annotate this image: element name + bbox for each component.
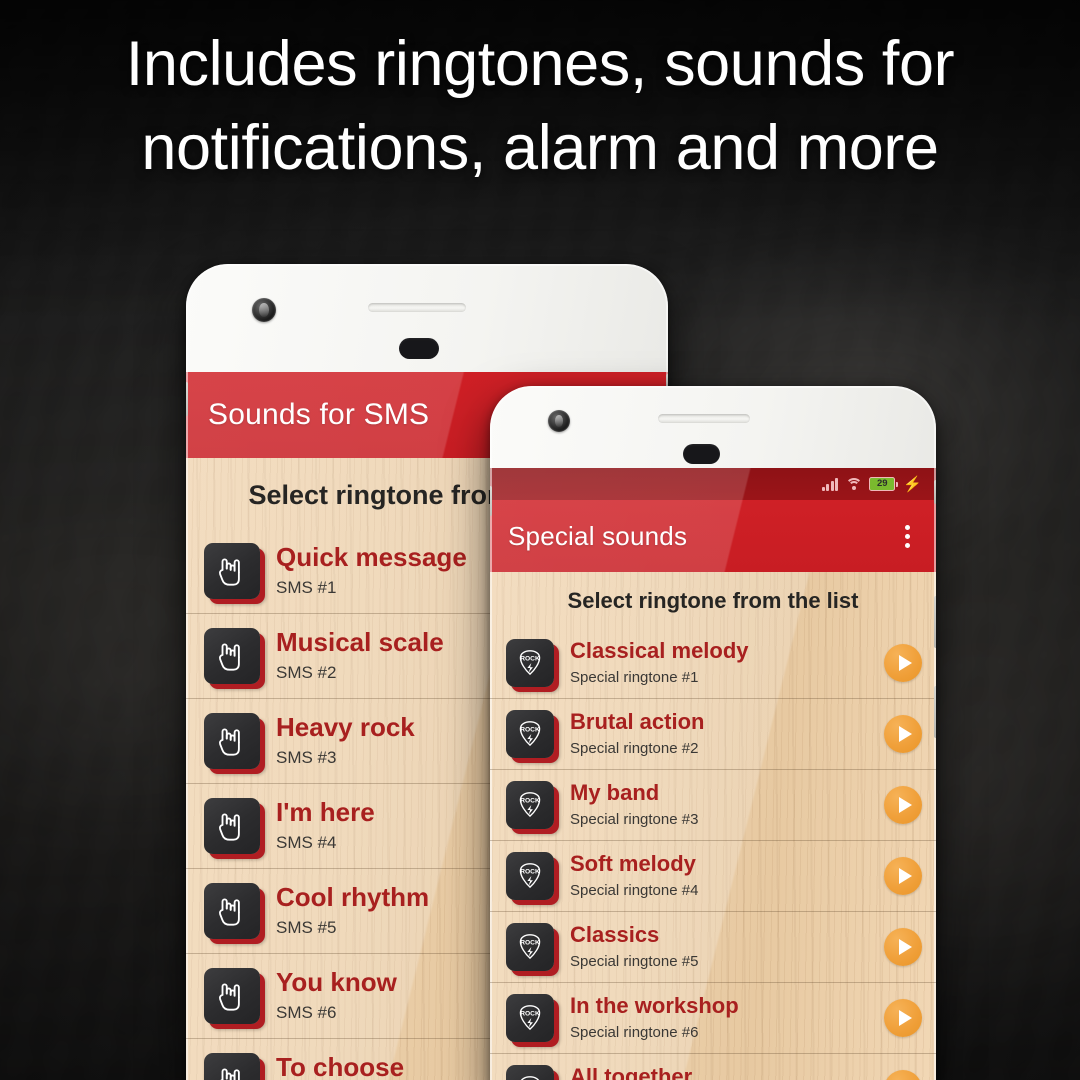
list-item-title: Classics (570, 922, 660, 947)
volume-button-left-phone[interactable] (186, 382, 188, 416)
list-item[interactable]: ROCKAll togetherSpecial ringtone #7 (490, 1053, 936, 1080)
list-item-title: In the workshop (570, 993, 739, 1018)
play-button[interactable] (884, 786, 922, 824)
svg-text:ROCK: ROCK (520, 726, 540, 733)
svg-text:ROCK: ROCK (520, 939, 540, 946)
list-item[interactable]: ROCK Classical melody Special ringtone #1 (490, 628, 936, 698)
headline-line-1: Includes ringtones, sounds for (125, 29, 955, 99)
status-bar: 29 ⚡ (490, 468, 936, 500)
list-item-subtitle: Special ringtone #1 (570, 669, 699, 686)
play-button[interactable] (884, 857, 922, 895)
list-item-subtitle: Special ringtone #5 (570, 953, 699, 970)
sensor-pill (683, 444, 720, 464)
list-item-title: My band (570, 780, 660, 805)
list-item-subtitle: Special ringtone #3 (570, 811, 699, 828)
ringtone-list-right: ROCK Classical melody Special ringtone #1 R… (490, 628, 936, 1080)
rock-hand-icon (204, 968, 260, 1024)
list-item[interactable]: ROCK In the workshop Special ringtone #6 (490, 982, 936, 1053)
list-item-subtitle: Special ringtone #2 (570, 740, 699, 757)
svg-text:ROCK: ROCK (520, 797, 540, 804)
list-item-title: Classical melody (570, 638, 749, 663)
svg-text:ROCK: ROCK (520, 1010, 540, 1017)
app-bar-title-right: Special sounds (508, 520, 688, 551)
list-item-text: All togetherSpecial ringtone #7 (554, 1064, 884, 1080)
svg-text:ROCK: ROCK (520, 868, 540, 875)
play-button[interactable] (884, 928, 922, 966)
play-button[interactable] (884, 999, 922, 1037)
app-bar-title-left: Sounds for SMS (208, 398, 430, 431)
guitar-pick-rock-icon: ROCK (506, 639, 554, 687)
play-button[interactable] (884, 644, 922, 682)
sensor-pill (399, 338, 439, 359)
list-item-text: In the workshop Special ringtone #6 (554, 993, 884, 1043)
front-camera-icon (548, 410, 570, 432)
rock-hand-icon (204, 798, 260, 854)
list-item[interactable]: ROCK Soft melody Special ringtone #4 (490, 840, 936, 911)
rock-hand-icon (204, 543, 260, 599)
guitar-pick-rock-icon: ROCK (506, 1065, 554, 1080)
app-body-right: Select ringtone from the list ROCK Classi… (490, 572, 936, 1080)
list-item[interactable]: ROCK Classics Special ringtone #5 (490, 911, 936, 982)
charging-bolt-icon: ⚡ (903, 475, 922, 493)
front-camera-icon (252, 298, 276, 322)
battery-icon: 29 (869, 477, 899, 491)
wifi-icon (845, 477, 863, 491)
list-item-subtitle: Special ringtone #6 (570, 1024, 699, 1041)
rock-hand-icon (204, 883, 260, 939)
list-item[interactable]: ROCK Brutal action Special ringtone #2 (490, 698, 936, 769)
promo-screenshot: Includes ringtones, sounds for notificat… (0, 0, 1080, 1080)
play-button[interactable] (884, 715, 922, 753)
rock-hand-icon (204, 713, 260, 769)
power-button-right-phone[interactable] (934, 480, 936, 504)
volume-button-right-phone[interactable] (490, 486, 492, 516)
list-item-text: Classics Special ringtone #5 (554, 922, 884, 972)
guitar-pick-rock-icon: ROCK (506, 781, 554, 829)
overflow-menu-icon[interactable] (897, 519, 918, 554)
headline-line-2: notifications, alarm and more (141, 113, 939, 183)
play-button[interactable] (884, 1070, 922, 1080)
earpiece-speaker (658, 414, 750, 423)
guitar-pick-rock-icon: ROCK (506, 923, 554, 971)
guitar-pick-rock-icon: ROCK (506, 994, 554, 1042)
page-title: Includes ringtones, sounds for notificat… (0, 22, 1080, 190)
rock-hand-icon (204, 628, 260, 684)
svg-text:ROCK: ROCK (520, 655, 540, 662)
earpiece-speaker (368, 303, 466, 312)
guitar-pick-rock-icon: ROCK (506, 852, 554, 900)
list-item-text: Classical melody Special ringtone #1 (554, 638, 884, 688)
list-item-text: Brutal action Special ringtone #2 (554, 709, 884, 759)
list-item-title: Soft melody (570, 851, 696, 876)
list-item-title: Brutal action (570, 709, 705, 734)
list-item-subtitle: Special ringtone #4 (570, 882, 699, 899)
extra-button-right-phone[interactable] (934, 686, 936, 738)
guitar-pick-rock-icon: ROCK (506, 710, 554, 758)
signal-bars-icon (821, 477, 839, 491)
list-item[interactable]: ROCK My band Special ringtone #3 (490, 769, 936, 840)
list-header-right: Select ringtone from the list (567, 588, 859, 613)
app-screen-right: 29 ⚡ Special sounds Select ringtone from… (490, 468, 936, 1080)
app-bar-right: Special sounds (490, 500, 936, 572)
list-item-text: My band Special ringtone #3 (554, 780, 884, 830)
phone-mockup-right: 29 ⚡ Special sounds Select ringtone from… (490, 386, 936, 1080)
list-item-title: All together (570, 1064, 693, 1080)
volume-rocker-right-phone[interactable] (934, 596, 936, 648)
list-item-text: Soft melody Special ringtone #4 (554, 851, 884, 901)
battery-percent-label: 29 (877, 478, 888, 490)
rock-hand-icon (204, 1053, 260, 1080)
